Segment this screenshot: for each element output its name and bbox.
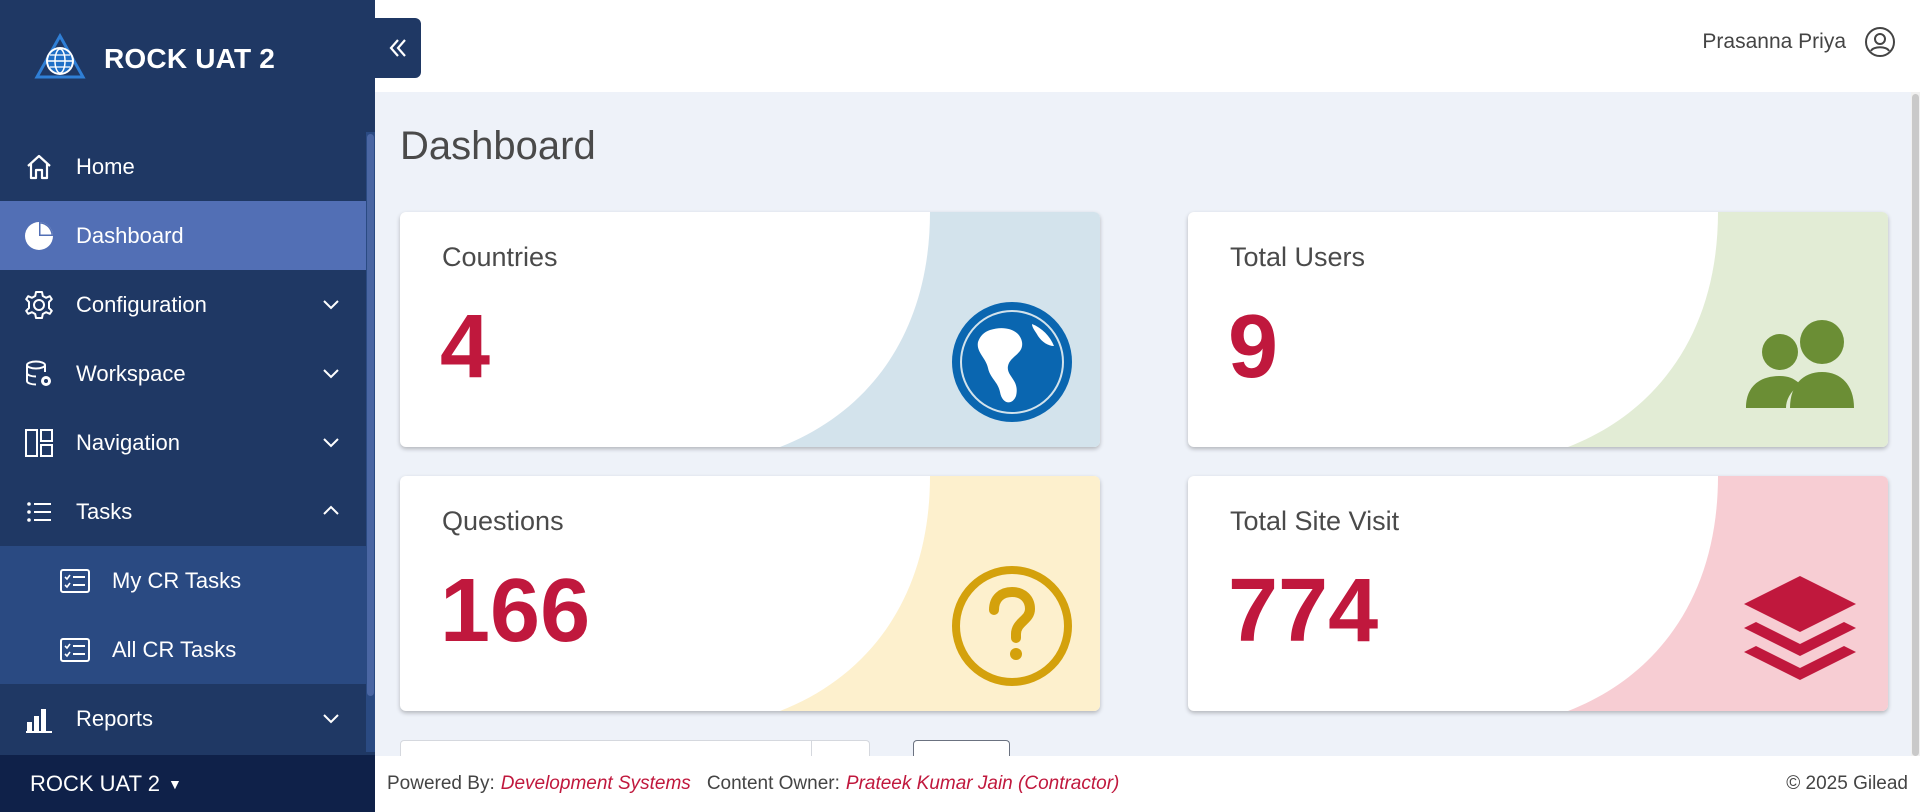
card-value: 774 <box>1228 561 1379 661</box>
list-icon <box>22 495 56 529</box>
questions-card[interactable]: Questions 166 <box>400 476 1100 711</box>
users-icon <box>1746 320 1854 408</box>
topbar: Prasanna Priya <box>375 0 1920 92</box>
sidebar-item-all-cr-tasks[interactable]: All CR Tasks <box>0 615 366 684</box>
chevron-up-icon <box>323 505 339 515</box>
total-users-card[interactable]: Total Users 9 <box>1188 212 1888 447</box>
card-value: 166 <box>440 561 591 661</box>
home-icon <box>22 150 56 184</box>
chevron-down-icon <box>323 714 339 724</box>
layers-icon <box>1744 576 1856 680</box>
sidebar-item-navigation[interactable]: Navigation <box>0 408 366 477</box>
card-value: 9 <box>1228 297 1279 397</box>
collapse-sidebar-button[interactable] <box>375 18 421 78</box>
sidebar: ROCK UAT 2 Home Dashboard Configuration <box>0 0 375 812</box>
copyright: © 2025 Gilead <box>1786 773 1908 794</box>
chevron-down-icon <box>323 438 339 448</box>
brand[interactable]: ROCK UAT 2 <box>0 0 375 118</box>
layout-icon <box>22 426 56 460</box>
sidebar-item-dashboard[interactable]: Dashboard <box>0 201 366 270</box>
sidebar-item-label: Home <box>76 153 135 179</box>
sidebar-item-my-cr-tasks[interactable]: My CR Tasks <box>0 546 366 615</box>
card-label: Questions <box>442 506 564 536</box>
sidebar-item-label: Workspace <box>76 360 186 386</box>
card-value: 4 <box>440 297 491 397</box>
sidebar-item-label: My CR Tasks <box>112 567 242 593</box>
page-footer: Powered By: Development Systems Content … <box>375 756 1920 812</box>
caret-down-icon: ▼ <box>168 775 182 792</box>
page-title: Dashboard <box>400 124 596 168</box>
chevron-down-icon <box>323 369 339 379</box>
app-title: ROCK UAT 2 <box>104 43 276 74</box>
sidebar-item-home[interactable]: Home <box>0 132 366 201</box>
main-scrollbar-thumb[interactable] <box>1912 94 1919 756</box>
globe-logo-icon <box>34 33 86 79</box>
gear-icon <box>22 288 56 322</box>
sidebar-scrollbar-thumb[interactable] <box>367 134 374 696</box>
sidebar-item-tasks[interactable]: Tasks <box>0 477 366 546</box>
user-menu[interactable]: Prasanna Priya <box>1702 26 1896 58</box>
checklist-icon <box>58 633 92 667</box>
database-gear-icon <box>22 357 56 391</box>
sidebar-item-reports[interactable]: Reports <box>0 684 366 753</box>
sidebar-item-label: Reports <box>76 705 154 731</box>
sidebar-item-workspace[interactable]: Workspace <box>0 339 366 408</box>
countries-card[interactable]: Countries 4 <box>400 212 1100 447</box>
sidebar-item-label: Configuration <box>76 291 207 317</box>
card-label: Total Site Visit <box>1230 506 1400 536</box>
tasks-submenu: My CR Tasks All CR Tasks <box>0 546 366 684</box>
globe-icon <box>952 302 1072 422</box>
bar-chart-icon <box>22 702 56 736</box>
sidebar-nav: Home Dashboard Configuration Workspace N… <box>0 132 366 753</box>
question-circle-icon <box>952 566 1072 686</box>
total-site-visit-card[interactable]: Total Site Visit 774 <box>1188 476 1888 711</box>
content-owner-value: Prateek Kumar Jain (Contractor) <box>845 773 1120 794</box>
card-label: Countries <box>442 242 558 272</box>
double-chevron-left-icon <box>389 39 406 57</box>
sidebar-item-configuration[interactable]: Configuration <box>0 270 366 339</box>
checklist-icon <box>58 564 92 598</box>
content-owner-label: Content Owner: <box>706 773 840 794</box>
sidebar-item-label: Dashboard <box>76 222 184 248</box>
card-label: Total Users <box>1230 242 1366 272</box>
chevron-down-icon <box>323 300 339 310</box>
user-circle-icon <box>1865 27 1895 57</box>
environment-label: ROCK UAT 2 <box>30 770 160 796</box>
user-name: Prasanna Priya <box>1702 30 1846 53</box>
environment-dropdown[interactable]: ROCK UAT 2 ▼ <box>0 755 375 812</box>
pie-chart-icon <box>22 219 56 253</box>
sidebar-item-label: Navigation <box>76 429 180 455</box>
powered-by-label: Powered By: <box>387 773 495 794</box>
powered-by-value: Development Systems <box>500 773 691 794</box>
sidebar-item-label: All CR Tasks <box>112 636 237 662</box>
sidebar-item-label: Tasks <box>76 498 133 524</box>
